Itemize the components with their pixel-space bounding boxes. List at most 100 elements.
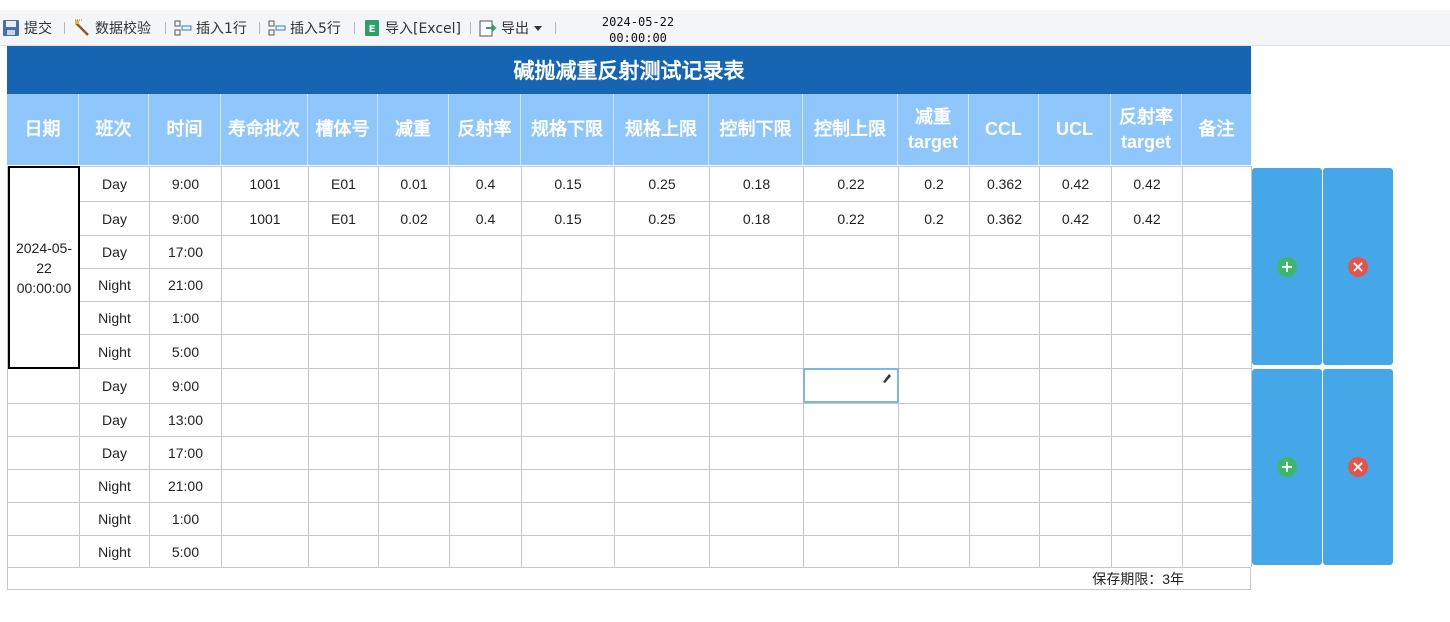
- cell-reflectance-target[interactable]: [1112, 335, 1182, 368]
- cell-remark[interactable]: [1183, 302, 1251, 334]
- cell-spec-high[interactable]: [615, 470, 709, 502]
- cell-spec-high[interactable]: [615, 404, 709, 436]
- cell-reflectance-target[interactable]: [1112, 404, 1182, 436]
- cell-weight-loss[interactable]: [379, 404, 449, 436]
- cell-time[interactable]: 5:00: [150, 335, 221, 368]
- cell-remark[interactable]: [1183, 369, 1251, 403]
- cell-remark[interactable]: [1183, 404, 1251, 436]
- cell-time[interactable]: 9:00: [150, 369, 221, 403]
- cell-weight-loss[interactable]: [379, 335, 449, 368]
- cell-shift[interactable]: Day: [80, 167, 149, 201]
- cell-reflectance-target[interactable]: 0.42: [1112, 202, 1182, 235]
- cell-reflectance-target[interactable]: [1112, 503, 1182, 535]
- cell-reflectance[interactable]: [450, 536, 521, 567]
- cell-spec-low[interactable]: [522, 236, 614, 268]
- cell-batch[interactable]: [222, 536, 308, 567]
- cell-tank[interactable]: [309, 369, 378, 403]
- validate-button[interactable]: 数据校验: [73, 17, 151, 39]
- cell-batch[interactable]: [222, 503, 308, 535]
- cell-weight-loss-target[interactable]: [899, 369, 969, 403]
- cell-spec-high[interactable]: [615, 302, 709, 334]
- cell-remark[interactable]: [1183, 269, 1251, 301]
- cell-weight-loss-target[interactable]: [899, 437, 969, 469]
- cell-reflectance-target[interactable]: [1112, 369, 1182, 403]
- cell-weight-loss[interactable]: [379, 236, 449, 268]
- cell-ucl[interactable]: 0.42: [1040, 167, 1111, 201]
- cell-weight-loss[interactable]: [379, 437, 449, 469]
- cell-reflectance-target[interactable]: [1112, 536, 1182, 567]
- cell-weight-loss-target[interactable]: [899, 236, 969, 268]
- cell-control-high[interactable]: [804, 536, 898, 567]
- cell-control-high[interactable]: [804, 335, 898, 368]
- cell-remark[interactable]: [1183, 470, 1251, 502]
- cell-shift[interactable]: Night: [80, 302, 149, 334]
- cell-spec-high[interactable]: [615, 437, 709, 469]
- cell-remark[interactable]: [1183, 236, 1251, 268]
- cell-batch[interactable]: [222, 335, 308, 368]
- cell-control-low[interactable]: [710, 503, 803, 535]
- cell-spec-low[interactable]: [522, 302, 614, 334]
- cell-reflectance[interactable]: [450, 437, 521, 469]
- cell-tank[interactable]: [309, 302, 378, 334]
- cell-weight-loss-target[interactable]: 0.2: [899, 202, 969, 235]
- cell-ccl[interactable]: [970, 236, 1039, 268]
- cell-spec-high[interactable]: 0.25: [615, 202, 709, 235]
- cell-tank[interactable]: [309, 536, 378, 567]
- cell-tank[interactable]: [309, 437, 378, 469]
- cell-tank[interactable]: E01: [309, 202, 378, 235]
- delete-group-button[interactable]: ×: [1323, 168, 1393, 365]
- cell-spec-low[interactable]: [522, 437, 614, 469]
- cell-spec-low[interactable]: 0.15: [522, 167, 614, 201]
- cell-ucl[interactable]: [1040, 302, 1111, 334]
- cell-tank[interactable]: [309, 335, 378, 368]
- cell-ucl[interactable]: [1040, 269, 1111, 301]
- cell-control-high[interactable]: [804, 470, 898, 502]
- cell-time[interactable]: 21:00: [150, 269, 221, 301]
- cell-control-low[interactable]: [710, 437, 803, 469]
- cell-ccl[interactable]: [970, 536, 1039, 567]
- cell-reflectance-target[interactable]: [1112, 236, 1182, 268]
- cell-ucl[interactable]: [1040, 369, 1111, 403]
- delete-group-button[interactable]: ×: [1323, 369, 1393, 565]
- cell-ccl[interactable]: [970, 335, 1039, 368]
- add-group-button[interactable]: +: [1252, 168, 1322, 365]
- cell-weight-loss-target[interactable]: [899, 503, 969, 535]
- cell-weight-loss-target[interactable]: 0.2: [899, 167, 969, 201]
- cell-weight-loss-target[interactable]: [899, 404, 969, 436]
- cell-ccl[interactable]: 0.362: [970, 202, 1039, 235]
- cell-control-low[interactable]: [710, 536, 803, 567]
- cell-weight-loss-target[interactable]: [899, 269, 969, 301]
- cell-control-high[interactable]: 0.22: [804, 202, 898, 235]
- cell-reflectance[interactable]: [450, 335, 521, 368]
- cell-spec-low[interactable]: [522, 369, 614, 403]
- cell-control-low[interactable]: [710, 369, 803, 403]
- cell-ucl[interactable]: [1040, 335, 1111, 368]
- cell-reflectance-target[interactable]: [1112, 470, 1182, 502]
- cell-spec-low[interactable]: [522, 269, 614, 301]
- cell-batch[interactable]: [222, 236, 308, 268]
- cell-spec-low[interactable]: [522, 335, 614, 368]
- cell-tank[interactable]: [309, 236, 378, 268]
- cell-time[interactable]: 5:00: [150, 536, 221, 567]
- cell-ccl[interactable]: [970, 437, 1039, 469]
- cell-reflectance[interactable]: [450, 302, 521, 334]
- cell-control-high[interactable]: 0.22: [804, 167, 898, 201]
- cell-weight-loss[interactable]: [379, 470, 449, 502]
- cell-weight-loss[interactable]: [379, 503, 449, 535]
- cell-control-high[interactable]: [804, 404, 898, 436]
- cell-control-low[interactable]: 0.18: [710, 167, 803, 201]
- cell-ccl[interactable]: [970, 404, 1039, 436]
- cell-batch[interactable]: [222, 470, 308, 502]
- cell-shift[interactable]: Night: [80, 269, 149, 301]
- cell-reflectance-target[interactable]: [1112, 302, 1182, 334]
- cell-remark[interactable]: [1183, 536, 1251, 567]
- cell-control-low[interactable]: [710, 236, 803, 268]
- cell-weight-loss-target[interactable]: [899, 302, 969, 334]
- cell-control-high[interactable]: [804, 503, 898, 535]
- cell-reflectance[interactable]: [450, 404, 521, 436]
- cell-time[interactable]: 9:00: [150, 202, 221, 235]
- cell-remark[interactable]: [1183, 335, 1251, 368]
- cell-spec-low[interactable]: 0.15: [522, 202, 614, 235]
- cell-control-high[interactable]: [804, 269, 898, 301]
- cell-shift[interactable]: Night: [80, 503, 149, 535]
